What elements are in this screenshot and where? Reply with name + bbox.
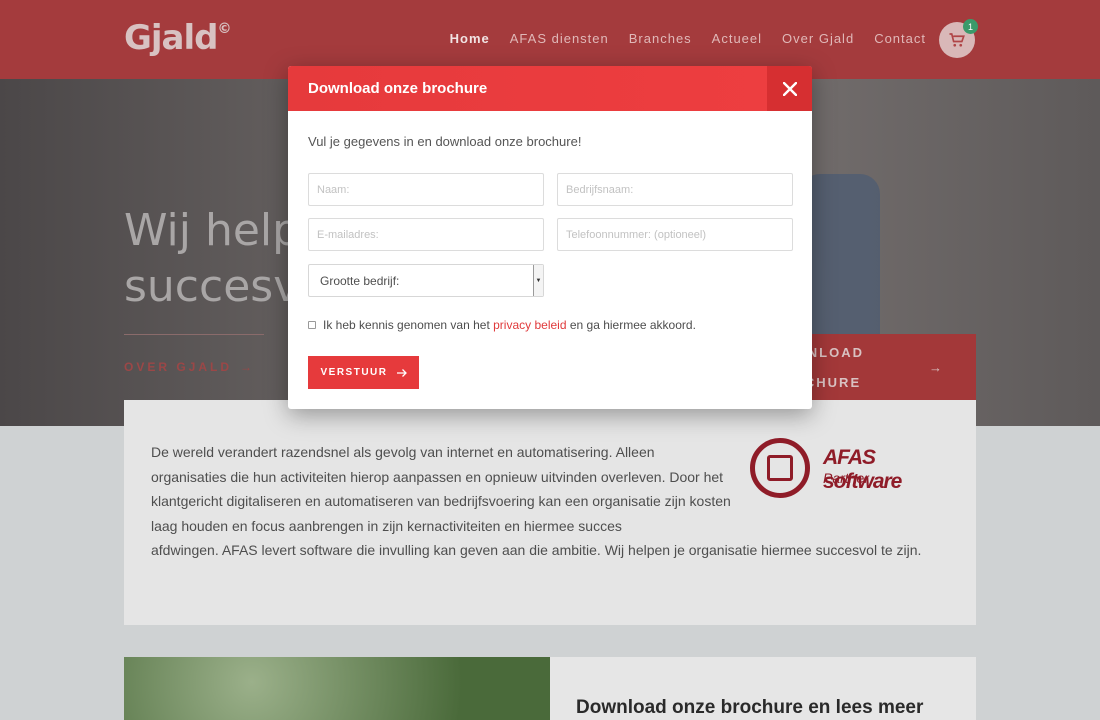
nav-actueel[interactable]: Actueel	[712, 31, 762, 46]
nav-afas-diensten[interactable]: AFAS diensten	[510, 31, 609, 46]
company-name-field[interactable]	[557, 173, 793, 206]
hero-divider	[124, 334, 264, 335]
logo-copyright-mark: ©	[217, 20, 232, 37]
afas-partner-text: Partner	[823, 470, 869, 486]
nav-over-gjald[interactable]: Over Gjald	[782, 31, 854, 46]
arrow-right-icon: →	[240, 360, 256, 374]
company-size-value: Grootte bedrijf:	[320, 273, 400, 288]
privacy-checkbox[interactable]	[308, 321, 316, 329]
intro-text-part2: afdwingen. AFAS levert software die invu…	[151, 542, 922, 558]
site-logo[interactable]: Gjald©	[124, 18, 232, 58]
nav-branches[interactable]: Branches	[629, 31, 692, 46]
consent-text: Ik heb kennis genomen van het privacy be…	[323, 318, 696, 332]
privacy-consent[interactable]: Ik heb kennis genomen van het privacy be…	[308, 318, 696, 332]
main-nav: Home AFAS diensten Branches Actueel Over…	[450, 31, 926, 46]
modal-close-button[interactable]	[767, 66, 812, 111]
cart-count-badge: 1	[963, 19, 978, 34]
modal-title: Download onze brochure	[308, 80, 488, 97]
email-field[interactable]	[308, 218, 544, 251]
afas-partner-logo: AFAS software Partner	[750, 438, 955, 504]
over-gjald-link[interactable]: OVER GJALD →	[124, 360, 255, 374]
phone-field[interactable]	[557, 218, 793, 251]
consent-text-before: Ik heb kennis genomen van het	[323, 318, 494, 332]
download-section-title: Download onze brochure en lees meer	[576, 697, 924, 718]
intro-text-part1: De wereld verandert razendsnel als gevol…	[151, 444, 731, 534]
company-size-select[interactable]: Grootte bedrijf: ▼	[308, 264, 544, 297]
modal-intro-text: Vul je gegevens in en download onze broc…	[308, 134, 582, 149]
modal-header: Download onze brochure	[288, 66, 812, 111]
close-icon	[782, 81, 797, 96]
afas-building-icon	[750, 438, 810, 498]
submit-label: VERSTUUR	[320, 367, 388, 378]
brochure-photo	[124, 657, 550, 720]
logo-text: Gjald	[124, 18, 218, 58]
cart-icon	[949, 33, 965, 47]
name-field[interactable]	[308, 173, 544, 206]
arrow-right-icon: →	[929, 359, 944, 375]
nav-home[interactable]: Home	[450, 31, 490, 46]
consent-text-after: en ga hiermee akkoord.	[566, 318, 696, 332]
over-gjald-label: OVER GJALD	[124, 360, 233, 374]
privacy-policy-link[interactable]: privacy beleid	[493, 318, 566, 332]
download-card: Download onze brochure en lees meer	[550, 657, 976, 720]
arrow-right-icon	[396, 368, 407, 377]
submit-button[interactable]: VERSTUUR	[308, 356, 419, 389]
intro-card: De wereld verandert razendsnel als gevol…	[124, 400, 976, 625]
brochure-modal: Download onze brochure Vul je gegevens i…	[288, 66, 812, 409]
nav-contact[interactable]: Contact	[874, 31, 926, 46]
dropdown-arrow-icon: ▼	[533, 265, 543, 296]
